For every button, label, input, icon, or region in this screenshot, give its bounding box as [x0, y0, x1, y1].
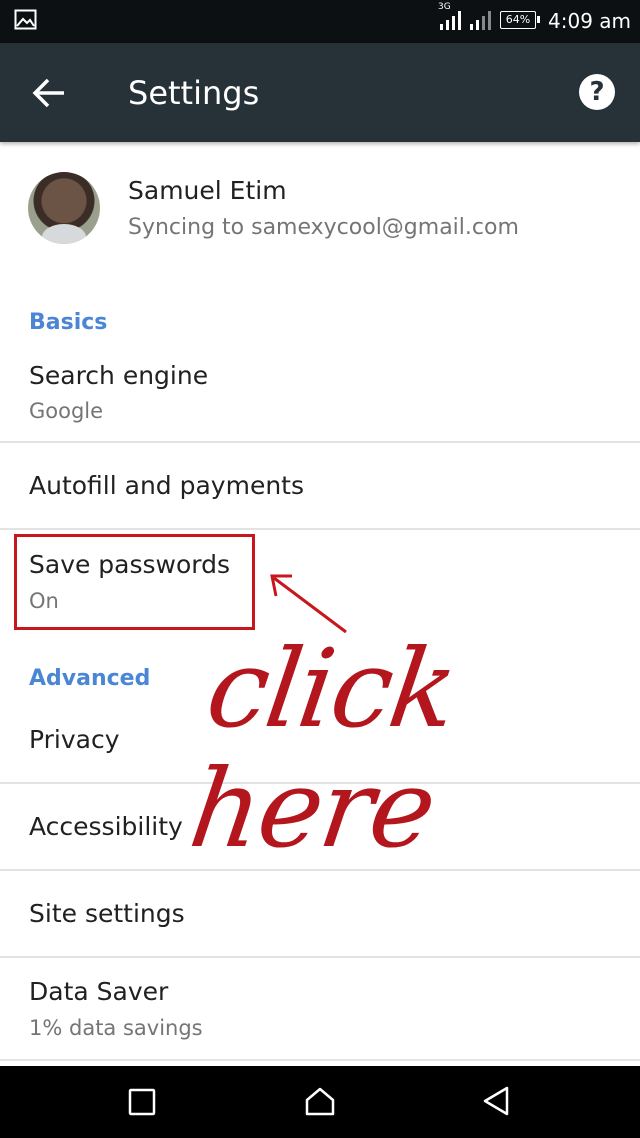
setting-title: Search engine [29, 361, 209, 390]
setting-site-settings[interactable]: Site settings [0, 871, 640, 956]
recents-square-icon[interactable] [126, 1084, 158, 1118]
status-bar: 3G 64% 4:09 am [0, 0, 640, 43]
back-triangle-icon[interactable] [480, 1084, 512, 1118]
section-header-advanced: Advanced [29, 666, 151, 691]
avatar [28, 172, 100, 244]
clock: 4:09 am [548, 9, 632, 33]
setting-autofill-payments[interactable]: Autofill and payments [0, 443, 640, 528]
section-header-basics: Basics [29, 310, 108, 335]
image-notification-icon [14, 9, 37, 30]
arrow-back-icon[interactable] [30, 75, 68, 111]
account-row[interactable]: Samuel Etim Syncing to samexycool@gmail.… [0, 142, 640, 272]
help-circle-icon[interactable]: ? [579, 74, 615, 110]
setting-title: Accessibility [29, 812, 183, 841]
setting-summary: 1% data savings [29, 1016, 203, 1040]
battery-level: 64% [505, 13, 531, 26]
highlight-box [14, 534, 255, 630]
account-sync-status: Syncing to samexycool@gmail.com [128, 215, 519, 240]
setting-title: Autofill and payments [29, 471, 304, 500]
page-title: Settings [128, 74, 260, 112]
help-glyph: ? [589, 77, 605, 107]
app-toolbar: Settings ? [0, 43, 640, 142]
navigation-bar [0, 1066, 640, 1138]
annotation-text: click here [182, 627, 463, 872]
setting-search-engine[interactable]: Search engine Google [0, 352, 640, 441]
setting-title: Data Saver [29, 977, 169, 1006]
battery-icon: 64% [500, 11, 540, 29]
setting-title: Privacy [29, 725, 120, 754]
divider [0, 1059, 640, 1061]
annotation-arrow-icon [270, 574, 347, 634]
signal-strength-icon [440, 11, 491, 30]
setting-title: Site settings [29, 899, 185, 928]
setting-summary: Google [29, 399, 104, 423]
account-name: Samuel Etim [128, 176, 287, 205]
setting-data-saver[interactable]: Data Saver 1% data savings [0, 958, 640, 1059]
home-icon[interactable] [303, 1084, 337, 1118]
